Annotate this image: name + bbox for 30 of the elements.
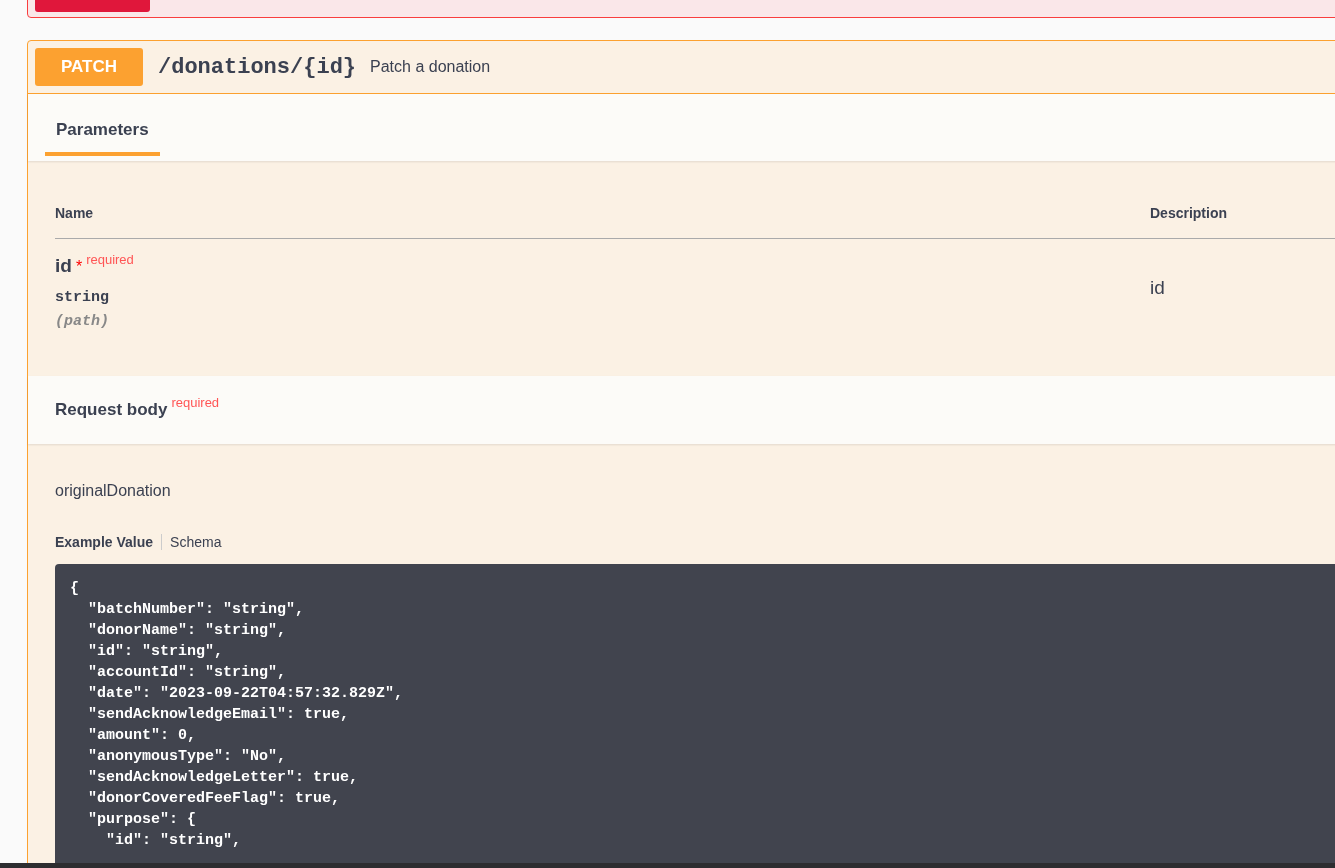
code-line: "date": "2023-09-22T04:57:32.829Z",	[87, 684, 404, 704]
code-line: "amount": 0,	[87, 726, 197, 746]
parameter-location: (path)	[55, 313, 110, 330]
view-tab[interactable]: Schema	[162, 534, 230, 550]
column-header: Name	[55, 205, 1150, 239]
parameter-name: id	[55, 255, 72, 276]
code-line: "sendAcknowledgeLetter": true,	[87, 768, 359, 788]
code-line: "anonymousType": "No",	[87, 747, 287, 767]
parameter-description: id	[1150, 277, 1165, 298]
method-badge: PATCH	[35, 48, 143, 86]
code-line: "id": "string",	[105, 831, 242, 851]
endpoint-path: /donations/{id}	[158, 54, 357, 80]
code-line: "accountId": "string",	[87, 663, 287, 683]
code-line: "purpose": {	[87, 810, 197, 830]
required-label: required	[86, 252, 134, 267]
required-label: required	[171, 394, 220, 410]
body-name: originalDonation	[55, 482, 171, 499]
code-line: "sendAcknowledgeEmail": true,	[87, 705, 350, 725]
parameter-type: string	[55, 289, 110, 306]
code-line: {	[70, 579, 79, 599]
view-tab[interactable]: Example Value	[55, 534, 163, 550]
tab[interactable]: Parameters	[45, 120, 160, 156]
code-line: "batchNumber": "string",	[87, 600, 305, 620]
code-line: "donorCoveredFeeFlag": true,	[87, 789, 341, 809]
code-line: "donorName": "string",	[87, 621, 287, 641]
code-line: "id": "string",	[87, 642, 224, 662]
operation-summary: Patch a donation	[370, 58, 491, 76]
section-title: Request body	[55, 400, 168, 420]
required-mark: *	[75, 258, 83, 275]
column-header: Description	[1150, 205, 1335, 239]
